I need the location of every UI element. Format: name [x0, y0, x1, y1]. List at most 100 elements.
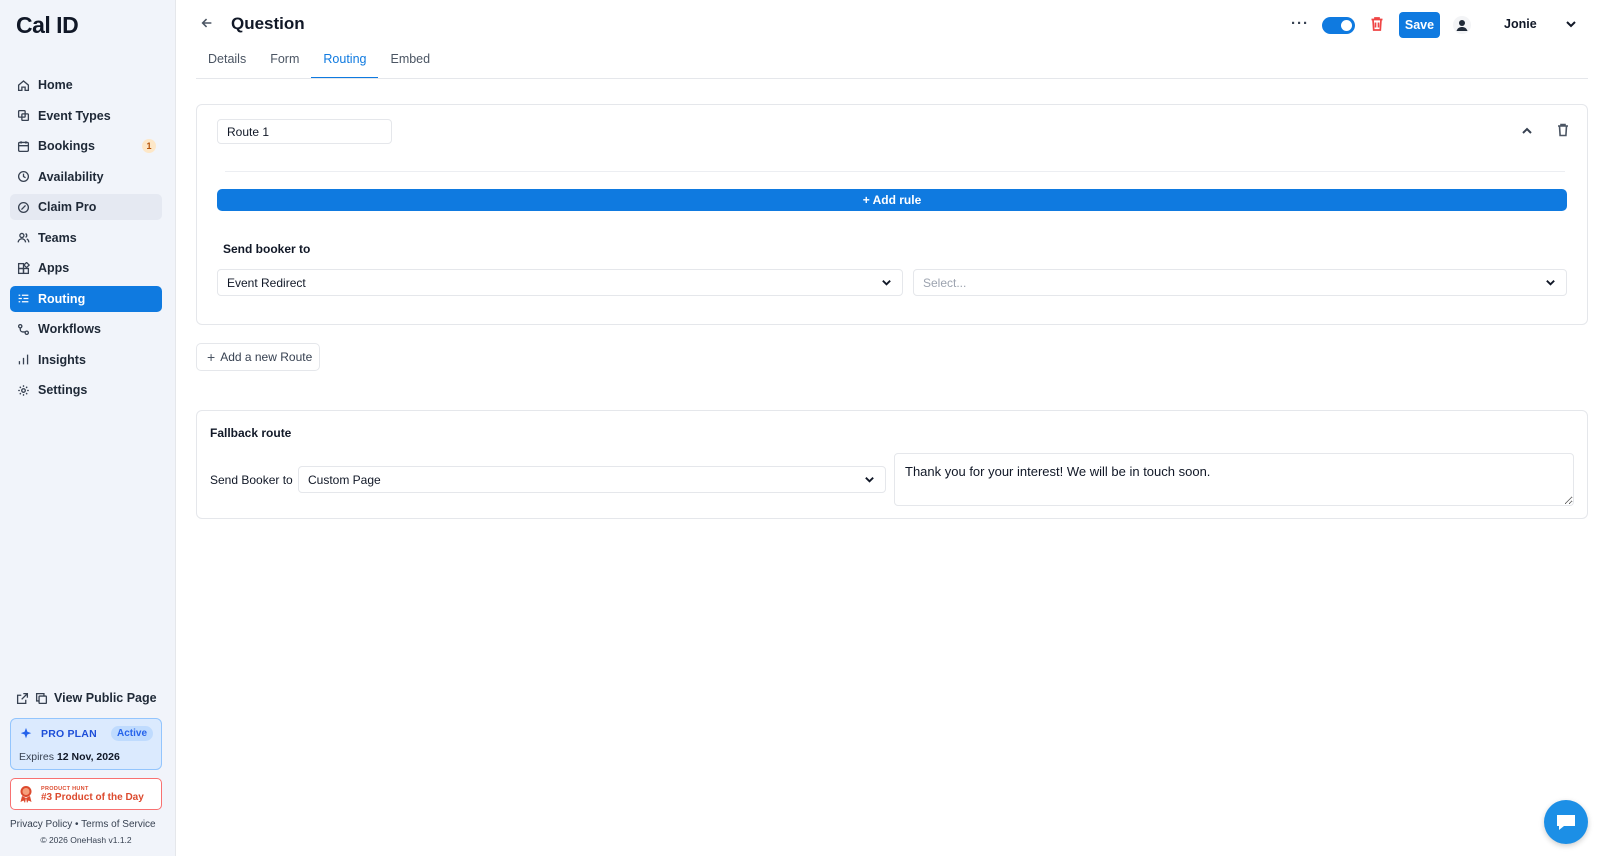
- tab-details[interactable]: Details: [196, 50, 258, 79]
- link-icon: [16, 109, 30, 123]
- fallback-action-value: Custom Page: [308, 472, 381, 487]
- product-hunt-title: #3 Product of the Day: [41, 791, 144, 803]
- route-name-input[interactable]: [217, 119, 392, 144]
- sidebar-item-label: Availability: [38, 169, 104, 184]
- more-options-button[interactable]: ···: [1291, 15, 1309, 32]
- user-menu-toggle[interactable]: [1565, 18, 1577, 33]
- sparkle-icon: [20, 727, 32, 739]
- route-divider: [225, 171, 1565, 172]
- footer-separator: •: [75, 819, 79, 830]
- footer-links: Privacy Policy • Terms of Service: [10, 819, 156, 830]
- chevron-up-icon: [1522, 127, 1532, 134]
- fallback-message-textarea[interactable]: Thank you for your interest! We will be …: [894, 453, 1574, 506]
- fallback-route-title: Fallback route: [210, 426, 292, 440]
- sidebar-item-label: Bookings: [38, 139, 95, 153]
- sidebar-item-claim-pro[interactable]: Claim Pro: [10, 194, 162, 220]
- fallback-route-card: Fallback route Send Booker to Custom Pag…: [196, 410, 1588, 519]
- sidebar-item-bookings[interactable]: Bookings 1: [10, 133, 162, 159]
- users-icon: [16, 231, 30, 245]
- badge-icon: [16, 200, 30, 214]
- tabs-divider: [196, 78, 1588, 79]
- sidebar-item-home[interactable]: Home: [10, 72, 162, 98]
- routing-icon: [16, 292, 30, 306]
- arrow-left-icon: [201, 18, 212, 28]
- chevron-down-icon: [1566, 21, 1576, 28]
- route-target-select[interactable]: Select...: [913, 269, 1567, 296]
- privacy-policy-link[interactable]: Privacy Policy: [10, 819, 72, 830]
- delete-route-button[interactable]: [1557, 123, 1569, 140]
- sidebar-item-routing[interactable]: Routing: [10, 285, 162, 312]
- sidebar-item-settings[interactable]: Settings: [10, 377, 162, 403]
- fallback-send-label: Send Booker to: [210, 473, 293, 487]
- pro-plan-label: PRO PLAN: [41, 728, 97, 740]
- sidebar-item-label: Routing: [38, 291, 86, 306]
- sidebar-item-teams[interactable]: Teams: [10, 225, 162, 251]
- sidebar-item-label: Claim Pro: [38, 200, 97, 214]
- save-button[interactable]: Save: [1399, 12, 1440, 38]
- send-booker-label: Send booker to: [223, 242, 311, 256]
- tab-form[interactable]: Form: [258, 50, 311, 79]
- sidebar-item-label: Settings: [38, 383, 88, 397]
- add-new-route-button[interactable]: + Add a new Route: [196, 343, 320, 371]
- chevron-down-icon: [1545, 277, 1556, 291]
- terms-of-service-link[interactable]: Terms of Service: [81, 819, 155, 830]
- plan-expiry-prefix: Expires: [19, 751, 55, 763]
- avatar[interactable]: [1453, 16, 1471, 34]
- sidebar-nav: Home Event Types Bookings 1 Availability…: [10, 72, 162, 408]
- copy-icon[interactable]: [35, 692, 48, 705]
- sidebar-item-label: Workflows: [38, 322, 101, 336]
- add-rule-button[interactable]: + Add rule: [217, 189, 1567, 211]
- delete-form-button[interactable]: [1370, 16, 1384, 35]
- view-public-page-label: View Public Page: [54, 691, 157, 705]
- tab-embed[interactable]: Embed: [378, 50, 442, 79]
- form-tabs: Details Form Routing Embed: [196, 50, 442, 79]
- chat-support-button[interactable]: [1544, 800, 1588, 844]
- external-link-icon: [16, 692, 29, 704]
- sidebar-item-label: Teams: [38, 230, 77, 245]
- plus-icon: +: [207, 349, 216, 365]
- tab-routing[interactable]: Routing: [311, 50, 379, 79]
- chat-icon: [1557, 815, 1575, 830]
- user-name[interactable]: Jonie: [1504, 17, 1537, 31]
- sidebar-item-workflows[interactable]: Workflows: [10, 316, 162, 342]
- sidebar-item-label: Apps: [38, 261, 70, 275]
- home-icon: [16, 78, 30, 92]
- route-action-value: Event Redirect: [227, 275, 306, 290]
- gear-icon: [16, 383, 30, 397]
- trash-icon: [1558, 123, 1568, 137]
- sidebar-item-availability[interactable]: Availability: [10, 164, 162, 190]
- route-action-select[interactable]: Event Redirect: [217, 269, 903, 296]
- add-new-route-label: Add a new Route: [220, 350, 313, 364]
- sidebar-item-apps[interactable]: Apps: [10, 255, 162, 281]
- sidebar-item-insights[interactable]: Insights: [10, 347, 162, 373]
- route-target-placeholder: Select...: [923, 275, 967, 290]
- sidebar-item-event-types[interactable]: Event Types: [10, 103, 162, 129]
- bookings-count-badge: 1: [142, 139, 156, 153]
- view-public-page-link[interactable]: View Public Page: [16, 691, 157, 705]
- plan-expiry: Expires 12 Nov, 2026: [19, 751, 120, 763]
- product-hunt-badge[interactable]: PRODUCT HUNT #3 Product of the Day: [10, 778, 162, 810]
- back-button[interactable]: [200, 16, 216, 32]
- trash-icon: [1371, 17, 1383, 31]
- calendar-icon: [16, 139, 30, 153]
- sidebar-item-label: Home: [38, 78, 73, 92]
- pro-plan-card[interactable]: PRO PLAN Active Expires 12 Nov, 2026: [10, 718, 162, 770]
- app-logo[interactable]: Cal ID: [16, 12, 79, 39]
- sidebar: Cal ID Home Event Types Bookings 1 Avail…: [0, 0, 176, 856]
- sidebar-item-label: Event Types: [38, 108, 111, 123]
- medal-icon: [20, 786, 32, 803]
- page-title: Question: [231, 14, 305, 33]
- fallback-action-select[interactable]: Custom Page: [298, 466, 886, 493]
- copyright: © 2026 OneHash v1.1.2: [40, 835, 132, 845]
- plan-expiry-date: 12 Nov, 2026: [56, 751, 120, 763]
- plan-status-badge: Active: [110, 726, 153, 741]
- grid-icon: [16, 261, 30, 275]
- collapse-route-button[interactable]: [1521, 125, 1533, 140]
- sidebar-item-label: Insights: [38, 352, 86, 367]
- workflow-icon: [16, 322, 30, 336]
- form-enabled-toggle[interactable]: [1322, 17, 1355, 34]
- bar-chart-icon: [16, 353, 30, 367]
- clock-icon: [16, 170, 30, 184]
- chevron-down-icon: [881, 277, 892, 291]
- chevron-down-icon: [864, 474, 875, 488]
